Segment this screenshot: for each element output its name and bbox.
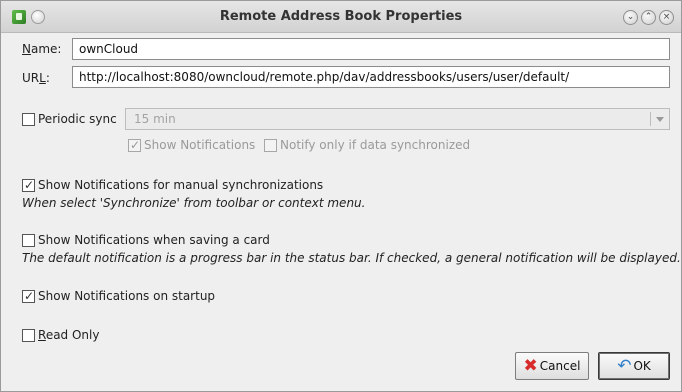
saving-notifications-label: Show Notifications when saving a card bbox=[38, 233, 270, 247]
show-notifications-box[interactable]: ✓ bbox=[128, 137, 141, 152]
periodic-sync-box[interactable] bbox=[22, 112, 35, 126]
startup-notifications-checkbox[interactable]: ✓ Show Notifications on startup bbox=[22, 289, 215, 303]
read-only-label: Read Only bbox=[38, 328, 100, 342]
saving-notifications-description: The default notification is a progress b… bbox=[22, 251, 681, 265]
manual-notifications-box[interactable]: ✓ bbox=[22, 177, 35, 192]
notify-only-box[interactable] bbox=[264, 138, 277, 152]
window-title: Remote Address Book Properties bbox=[219, 9, 463, 24]
manual-notifications-checkbox[interactable]: ✓ Show Notifications for manual synchron… bbox=[22, 178, 323, 192]
startup-notifications-box[interactable]: ✓ bbox=[22, 288, 35, 303]
read-only-checkbox[interactable]: Read Only bbox=[22, 328, 99, 342]
show-notifications-checkbox[interactable]: ✓ Show Notifications bbox=[128, 138, 255, 152]
startup-notifications-label: Show Notifications on startup bbox=[38, 289, 216, 303]
red-x-icon: ✖ bbox=[523, 356, 538, 376]
properties-dialog: Remote Address Book Properties ⌄ ⌃ × Nam… bbox=[0, 0, 682, 392]
url-input[interactable] bbox=[72, 66, 670, 88]
check-icon: ✓ bbox=[129, 137, 141, 152]
select-separator bbox=[650, 112, 651, 126]
manual-notifications-description: When select 'Synchronize' from toolbar o… bbox=[22, 196, 366, 210]
url-label: URL: bbox=[22, 71, 50, 85]
minimize-icon[interactable]: ⌄ bbox=[623, 10, 638, 25]
saving-notifications-checkbox[interactable]: Show Notifications when saving a card bbox=[22, 233, 270, 247]
cancel-button-label: Cancel bbox=[539, 359, 581, 373]
show-notifications-label: Show Notifications bbox=[144, 138, 256, 152]
name-label: Name: bbox=[22, 42, 62, 56]
notify-only-checkbox[interactable]: Notify only if data synchronized bbox=[264, 138, 470, 152]
title-bar[interactable]: Remote Address Book Properties ⌄ ⌃ × bbox=[1, 1, 681, 33]
sync-interval-select[interactable]: 15 min bbox=[125, 108, 670, 130]
maximize-icon[interactable]: ⌃ bbox=[641, 10, 656, 25]
cancel-button[interactable]: ✖ Cancel bbox=[515, 352, 589, 380]
periodic-sync-checkbox[interactable]: Periodic sync bbox=[22, 112, 117, 126]
ok-button[interactable]: ↶ OK bbox=[598, 352, 670, 380]
ok-button-label: OK bbox=[633, 359, 651, 373]
check-icon: ✓ bbox=[23, 177, 35, 192]
notify-only-label: Notify only if data synchronized bbox=[280, 138, 471, 152]
periodic-sync-label: Periodic sync bbox=[38, 112, 117, 126]
close-icon[interactable]: × bbox=[659, 10, 674, 25]
chevron-down-icon bbox=[656, 117, 664, 122]
sync-interval-value: 15 min bbox=[134, 112, 176, 126]
name-input[interactable] bbox=[72, 38, 670, 60]
manual-notifications-label: Show Notifications for manual synchroniz… bbox=[38, 178, 324, 192]
saving-notifications-box[interactable] bbox=[22, 233, 35, 247]
ok-arrow-icon: ↶ bbox=[617, 356, 632, 376]
read-only-box[interactable] bbox=[22, 328, 35, 342]
check-icon: ✓ bbox=[23, 288, 35, 303]
